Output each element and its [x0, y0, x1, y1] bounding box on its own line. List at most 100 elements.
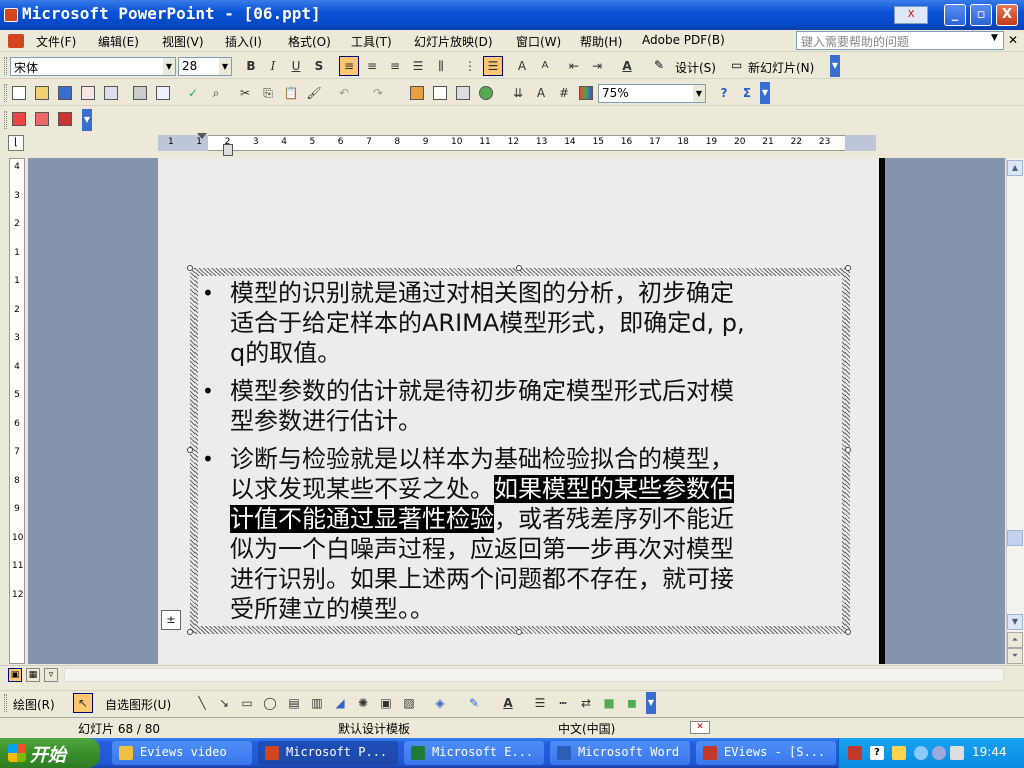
clipart-icon[interactable]: ▣: [376, 693, 396, 713]
bullet-3-line-2[interactable]: 以求发现某些不妥之处。如果模型的某些参数估: [230, 474, 822, 504]
bold-button[interactable]: B: [241, 56, 261, 76]
grid-icon[interactable]: #: [554, 83, 574, 103]
paste-icon[interactable]: 📋: [281, 83, 301, 103]
selected-text[interactable]: 如果模型的某些参数估: [494, 475, 734, 503]
pdf-email-icon[interactable]: [35, 112, 49, 126]
arrow-style-icon[interactable]: ⇄: [576, 693, 596, 713]
bullet-2-line-2[interactable]: 型参数进行估计。: [230, 406, 822, 436]
font-color-icon[interactable]: A: [498, 693, 518, 713]
task-eviews[interactable]: EViews - [S...: [696, 741, 836, 765]
align-left-icon[interactable]: ≡: [339, 56, 359, 76]
align-center-icon[interactable]: ≡: [362, 56, 382, 76]
decrease-indent-icon[interactable]: ⇤: [564, 56, 584, 76]
color-grayscale-icon[interactable]: [579, 86, 593, 100]
first-line-indent-marker[interactable]: [197, 133, 207, 139]
toolbar-options-icon[interactable]: ▼: [646, 692, 656, 714]
tab-selector-icon[interactable]: ⌊: [8, 135, 24, 151]
open-folder-icon[interactable]: [35, 86, 49, 100]
research-icon[interactable]: ⌕: [206, 83, 226, 103]
menu-slideshow[interactable]: 幻灯片放映(D): [414, 33, 493, 50]
close-button[interactable]: X: [996, 4, 1018, 26]
bullet-3-line-5[interactable]: 进行识别。如果上述两个问题都不存在，就可接: [230, 564, 822, 594]
draw-menu-button[interactable]: 绘图(R): [13, 696, 55, 713]
font-color-icon[interactable]: A: [617, 56, 637, 76]
resize-handle[interactable]: [187, 447, 193, 453]
toolbar-grip[interactable]: [4, 84, 7, 102]
toolbar-options-icon[interactable]: ▼: [82, 109, 92, 131]
help-search-input[interactable]: 键入需要帮助的问题: [796, 31, 1004, 50]
bullet-1-line-1[interactable]: 模型的识别就是通过对相关图的分析，初步确定: [230, 278, 822, 308]
sigma-icon[interactable]: Σ: [737, 83, 757, 103]
network-icon[interactable]: [892, 746, 906, 760]
menu-edit[interactable]: 编辑(E): [98, 33, 139, 50]
bullet-1-line-2[interactable]: 适合于给定样本的ARIMA模型形式，即确定d, p,: [230, 308, 822, 338]
toolbar-options-icon[interactable]: ▼: [760, 82, 770, 104]
fill-color-icon[interactable]: ◈: [430, 693, 450, 713]
format-painter-icon[interactable]: 🖌: [304, 83, 324, 103]
shadow-style-icon[interactable]: ■: [599, 693, 619, 713]
menu-adobe-pdf[interactable]: Adobe PDF(B): [642, 33, 725, 47]
permission-icon[interactable]: [81, 86, 95, 100]
task-powerpoint[interactable]: Microsoft P...: [258, 741, 398, 765]
resize-handle[interactable]: [516, 265, 522, 271]
increase-font-icon[interactable]: A: [512, 56, 532, 76]
scroll-thumb[interactable]: [1007, 530, 1023, 546]
autofit-options-icon[interactable]: ±: [161, 610, 181, 630]
scroll-up-icon[interactable]: ▲: [1007, 160, 1023, 176]
save-icon[interactable]: [58, 86, 72, 100]
connection-icon[interactable]: [932, 746, 946, 760]
help-tray-icon[interactable]: ?: [870, 746, 884, 760]
toolbar-options-icon[interactable]: ▼: [830, 55, 840, 77]
print-icon[interactable]: [133, 86, 147, 100]
selected-text[interactable]: 计值不能通过显著性检验: [230, 505, 494, 533]
new-file-icon[interactable]: [12, 86, 26, 100]
wordart-icon[interactable]: ◢: [330, 693, 350, 713]
resize-handle[interactable]: [845, 265, 851, 271]
input-method-icon[interactable]: [848, 746, 862, 760]
bullet-3-line-3[interactable]: 计值不能通过显著性检验，或者残差序列不能近: [230, 504, 822, 534]
font-size-select[interactable]: 28 ▼: [178, 57, 232, 76]
office-assistant-icon[interactable]: X: [894, 6, 928, 24]
insert-chart-icon[interactable]: [410, 86, 424, 100]
tables-borders-icon[interactable]: [456, 86, 470, 100]
dash-style-icon[interactable]: ┅: [553, 693, 573, 713]
undo-icon[interactable]: ↶: [334, 83, 354, 103]
menu-file[interactable]: 文件(F): [36, 33, 76, 50]
new-slide-button[interactable]: 新幻灯片(N): [748, 59, 814, 76]
horizontal-scrollbar[interactable]: [64, 668, 1004, 682]
spellcheck-status-icon[interactable]: ✕: [690, 721, 710, 734]
scroll-down-icon[interactable]: ▼: [1007, 614, 1023, 630]
bullets-icon[interactable]: ☰: [483, 56, 503, 76]
rectangle-icon[interactable]: ▭: [237, 693, 257, 713]
bullet-3-line-1[interactable]: 诊断与检验就是以样本为基础检验拟合的模型，: [230, 444, 822, 474]
select-pointer-icon[interactable]: ↖: [73, 693, 93, 713]
powerpoint-app-icon[interactable]: [4, 8, 18, 22]
line-style-icon[interactable]: ☰: [530, 693, 550, 713]
resize-handle[interactable]: [845, 629, 851, 635]
minimize-button[interactable]: _: [944, 4, 966, 26]
normal-view-icon[interactable]: ▣: [8, 668, 22, 682]
cut-icon[interactable]: ✂: [235, 83, 255, 103]
menu-format[interactable]: 格式(O): [288, 33, 331, 50]
autoshapes-button[interactable]: 自选图形(U): [105, 696, 171, 713]
vertical-scrollbar[interactable]: [1006, 158, 1024, 664]
vertical-textbox-icon[interactable]: ▥: [307, 693, 327, 713]
arrow-icon[interactable]: ↘: [214, 693, 234, 713]
menu-insert[interactable]: 插入(I): [225, 33, 262, 50]
hyperlink-icon[interactable]: [479, 86, 493, 100]
line-icon[interactable]: ╲: [192, 693, 212, 713]
toolbar-grip[interactable]: [4, 694, 7, 712]
slide-sorter-icon[interactable]: ▦: [26, 668, 40, 682]
picture-icon[interactable]: ▨: [399, 693, 419, 713]
italic-button[interactable]: I: [263, 56, 283, 76]
redo-icon[interactable]: ↷: [368, 83, 388, 103]
document-close-icon[interactable]: ✕: [1008, 33, 1018, 47]
bullet-2-line-1[interactable]: 模型参数的估计就是待初步确定模型形式后对模: [230, 376, 822, 406]
maximize-button[interactable]: ▫: [970, 4, 992, 26]
toolbar-grip[interactable]: [4, 57, 7, 75]
task-excel[interactable]: Microsoft E...: [404, 741, 544, 765]
resize-handle[interactable]: [187, 265, 193, 271]
show-formatting-icon[interactable]: A: [531, 83, 551, 103]
vertical-ruler[interactable]: [9, 158, 25, 664]
shadow-button[interactable]: S: [309, 56, 329, 76]
